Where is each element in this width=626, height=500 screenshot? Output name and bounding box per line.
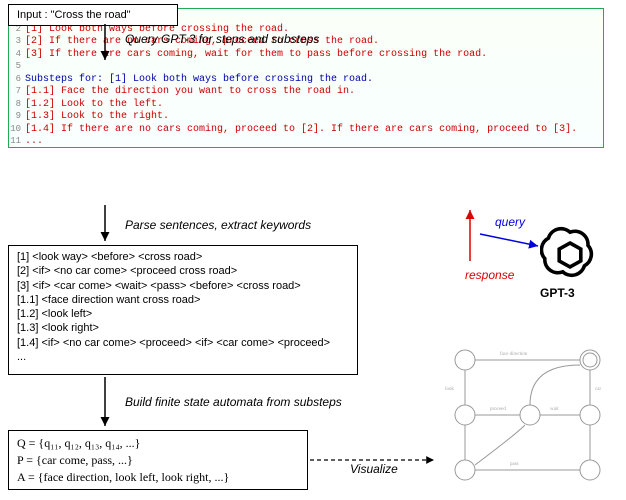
label-visualize: Visualize (350, 462, 398, 476)
line-number: 6 (9, 74, 25, 87)
fsa-box: Q = {q₁₁, q₁₂, q₁₃, q₁₄, ...} P = {car c… (8, 430, 308, 490)
parsed-line: [1] <look way> <before> <cross road> (17, 250, 349, 264)
gpt-output-line: 10[1.4] If there are no cars coming, pro… (9, 124, 599, 137)
parsed-line: [2] <if> <no car come> <proceed cross ro… (17, 264, 349, 278)
label-build-fsa: Build finite state automata from substep… (125, 395, 342, 409)
gpt-logo-icon (540, 225, 600, 285)
parsed-line: [3] <if> <car come> <wait> <pass> <befor… (17, 279, 349, 293)
gpt-output-line: 5 (9, 61, 599, 74)
parsed-line: [1.4] <if> <no car come> <proceed> <if> … (17, 336, 349, 350)
arrow-gpt-to-parsed (90, 205, 120, 247)
parsed-line: [1.3] <look right> (17, 321, 349, 335)
svg-text:look: look (445, 387, 454, 392)
gpt-output-line: 9[1.3] Look to the right. (9, 111, 599, 124)
label-response: response (465, 268, 514, 282)
line-text: [1.3] Look to the right. (25, 111, 169, 124)
svg-text:pass: pass (510, 462, 519, 467)
label-query-gpt: Query GPT-3 for steps and substeps (125, 32, 319, 46)
automata-graph: face direction look car proceed wait pas… (440, 335, 620, 490)
label-parse: Parse sentences, extract keywords (125, 218, 311, 232)
svg-text:wait: wait (550, 407, 559, 412)
parsed-box: [1] <look way> <before> <cross road>[2] … (8, 245, 358, 375)
line-text: Substeps for: [1] Look both ways before … (25, 74, 373, 87)
gpt-output-line: 8[1.2] Look to the left. (9, 99, 599, 112)
line-number: 9 (9, 111, 25, 124)
fsa-q: Q = {q₁₁, q₁₂, q₁₃, q₁₄, ...} (17, 435, 299, 452)
line-text: [1.4] If there are no cars coming, proce… (25, 124, 577, 137)
parsed-line: [1.1] <face direction want cross road> (17, 293, 349, 307)
svg-text:proceed: proceed (490, 407, 506, 412)
gpt-label: GPT-3 (540, 286, 575, 300)
parsed-line: [1.2] <look left> (17, 307, 349, 321)
gpt-output-panel: 1Steps for: Cross the road2[1] Look both… (8, 8, 604, 148)
line-number: 11 (9, 136, 25, 148)
gpt-output-line: 4[3] If there are cars coming, wait for … (9, 49, 599, 62)
line-number: 10 (9, 124, 25, 137)
input-text: Input : "Cross the road" (17, 9, 131, 21)
line-number: 7 (9, 86, 25, 99)
label-query: query (495, 215, 525, 229)
line-text (25, 61, 31, 74)
gpt-output-line: 11... (9, 136, 599, 148)
arrow-parsed-to-fsa (90, 377, 120, 432)
line-number: 8 (9, 99, 25, 112)
parsed-line: ... (17, 350, 349, 364)
line-text: [1.2] Look to the left. (25, 99, 163, 112)
line-text: [1.1] Face the direction you want to cro… (25, 86, 355, 99)
line-text: ... (25, 136, 43, 148)
line-number: 3 (9, 36, 25, 49)
gpt-output-line: 7[1.1] Face the direction you want to cr… (9, 86, 599, 99)
line-number: 4 (9, 49, 25, 62)
svg-text:car: car (595, 387, 601, 392)
line-text: [3] If there are cars coming, wait for t… (25, 49, 487, 62)
input-box: Input : "Cross the road" (8, 4, 178, 26)
gpt-output-line: 6Substeps for: [1] Look both ways before… (9, 74, 599, 87)
fsa-a: A = {face direction, look left, look rig… (17, 469, 299, 486)
fsa-p: P = {car come, pass, ...} (17, 452, 299, 469)
line-number: 5 (9, 61, 25, 74)
svg-text:face direction: face direction (500, 352, 528, 357)
